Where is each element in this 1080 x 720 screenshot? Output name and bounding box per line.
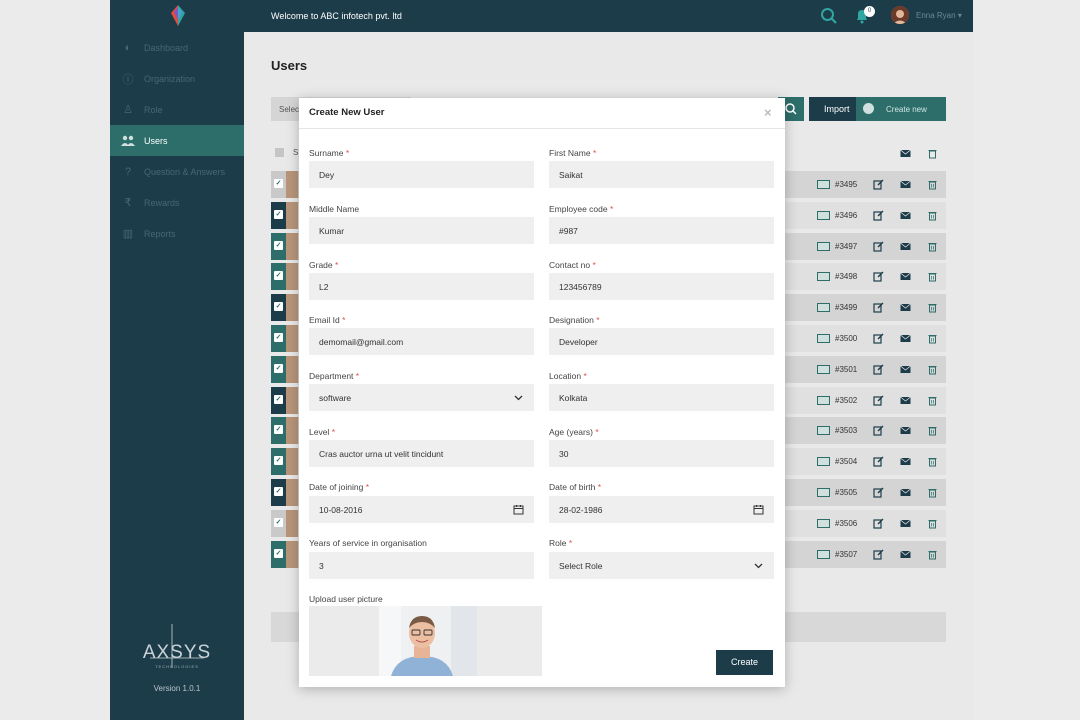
required-mark: * xyxy=(596,315,600,325)
email-label: Email Id * xyxy=(309,315,345,325)
age-label-text: Age (years) xyxy=(549,427,593,437)
required-mark: * xyxy=(342,315,346,325)
calendar-icon[interactable] xyxy=(513,504,524,515)
required-mark: * xyxy=(331,427,336,437)
employee-code-label: Employee code * xyxy=(549,204,613,214)
employee-code-field[interactable]: #987 xyxy=(549,217,774,244)
chevron-down-icon xyxy=(754,563,763,569)
required-mark: * xyxy=(345,148,350,158)
date-of-birth-value: 28-02-1986 xyxy=(559,505,603,515)
grade-field[interactable]: L2 xyxy=(309,273,534,300)
age-label: Age (years) * xyxy=(549,427,599,437)
create-button[interactable]: Create xyxy=(716,650,773,675)
middle-name-label: Middle Name xyxy=(309,204,360,214)
designation-label-text: Designation xyxy=(549,315,594,325)
level-label-text: Level xyxy=(309,427,330,437)
surname-label-text: Surname xyxy=(309,148,344,158)
middle-name-field[interactable]: Kumar xyxy=(309,217,534,244)
location-field[interactable]: Kolkata xyxy=(549,384,774,411)
user-photo xyxy=(309,606,542,676)
close-icon[interactable]: × xyxy=(764,105,772,120)
date-of-birth-label-text: Date of birth xyxy=(549,482,596,492)
required-mark: * xyxy=(609,204,614,214)
contact-no-label: Contact no * xyxy=(549,260,596,270)
level-field[interactable]: Cras auctor urna ut velit tincidunt xyxy=(309,440,534,467)
department-value: software xyxy=(319,393,352,403)
role-value: Select Role xyxy=(559,561,603,571)
location-label-text: Location xyxy=(549,371,582,381)
department-label: Department * xyxy=(309,371,359,381)
role-label: Role * xyxy=(549,538,572,548)
surname-label: Surname * xyxy=(309,148,349,158)
chevron-down-icon xyxy=(514,395,523,401)
date-of-birth-label: Date of birth * xyxy=(549,482,601,492)
date-of-joining-label: Date of joining * xyxy=(309,482,369,492)
upload-label: Upload user picture xyxy=(309,594,383,604)
required-mark: * xyxy=(583,371,587,381)
email-field[interactable]: demomail@gmail.com xyxy=(309,328,534,355)
contact-no-field[interactable]: 123456789 xyxy=(549,273,774,300)
modal-header: Create New User × xyxy=(299,98,785,129)
first-name-label-text: First Name xyxy=(549,148,591,158)
required-mark: * xyxy=(595,427,599,437)
date-of-joining-field[interactable]: 10-08-2016 xyxy=(309,496,534,523)
create-user-modal: Create New User × Surname * Dey First Na… xyxy=(299,98,785,687)
role-select[interactable]: Select Role xyxy=(549,552,774,579)
contact-no-label-text: Contact no xyxy=(549,260,591,270)
calendar-icon[interactable] xyxy=(753,504,764,515)
date-of-birth-field[interactable]: 28-02-1986 xyxy=(549,496,774,523)
required-mark: * xyxy=(568,538,573,548)
role-label-text: Role xyxy=(549,538,567,548)
surname-field[interactable]: Dey xyxy=(309,161,534,188)
required-mark: * xyxy=(597,482,601,492)
required-mark: * xyxy=(365,482,370,492)
first-name-field[interactable]: Saikat xyxy=(549,161,774,188)
employee-code-label-text: Employee code xyxy=(549,204,608,214)
department-select[interactable]: software xyxy=(309,384,534,411)
modal-title: Create New User xyxy=(309,107,385,118)
department-label-text: Department xyxy=(309,371,354,381)
first-name-label: First Name * xyxy=(549,148,596,158)
grade-label: Grade * xyxy=(309,260,338,270)
location-label: Location * xyxy=(549,371,587,381)
required-mark: * xyxy=(592,260,596,270)
designation-field[interactable]: Developer xyxy=(549,328,774,355)
age-field[interactable]: 30 xyxy=(549,440,774,467)
years-of-service-field[interactable]: 3 xyxy=(309,552,534,579)
level-label: Level * xyxy=(309,427,335,437)
upload-picture-area[interactable] xyxy=(309,606,542,676)
date-of-joining-value: 10-08-2016 xyxy=(319,505,363,515)
email-label-text: Email Id xyxy=(309,315,340,325)
grade-label-text: Grade xyxy=(309,260,333,270)
required-mark: * xyxy=(355,371,360,381)
required-mark: * xyxy=(335,260,339,270)
years-of-service-label: Years of service in organisation xyxy=(309,538,427,548)
date-of-joining-label-text: Date of joining xyxy=(309,482,364,492)
required-mark: * xyxy=(592,148,597,158)
designation-label: Designation * xyxy=(549,315,600,325)
